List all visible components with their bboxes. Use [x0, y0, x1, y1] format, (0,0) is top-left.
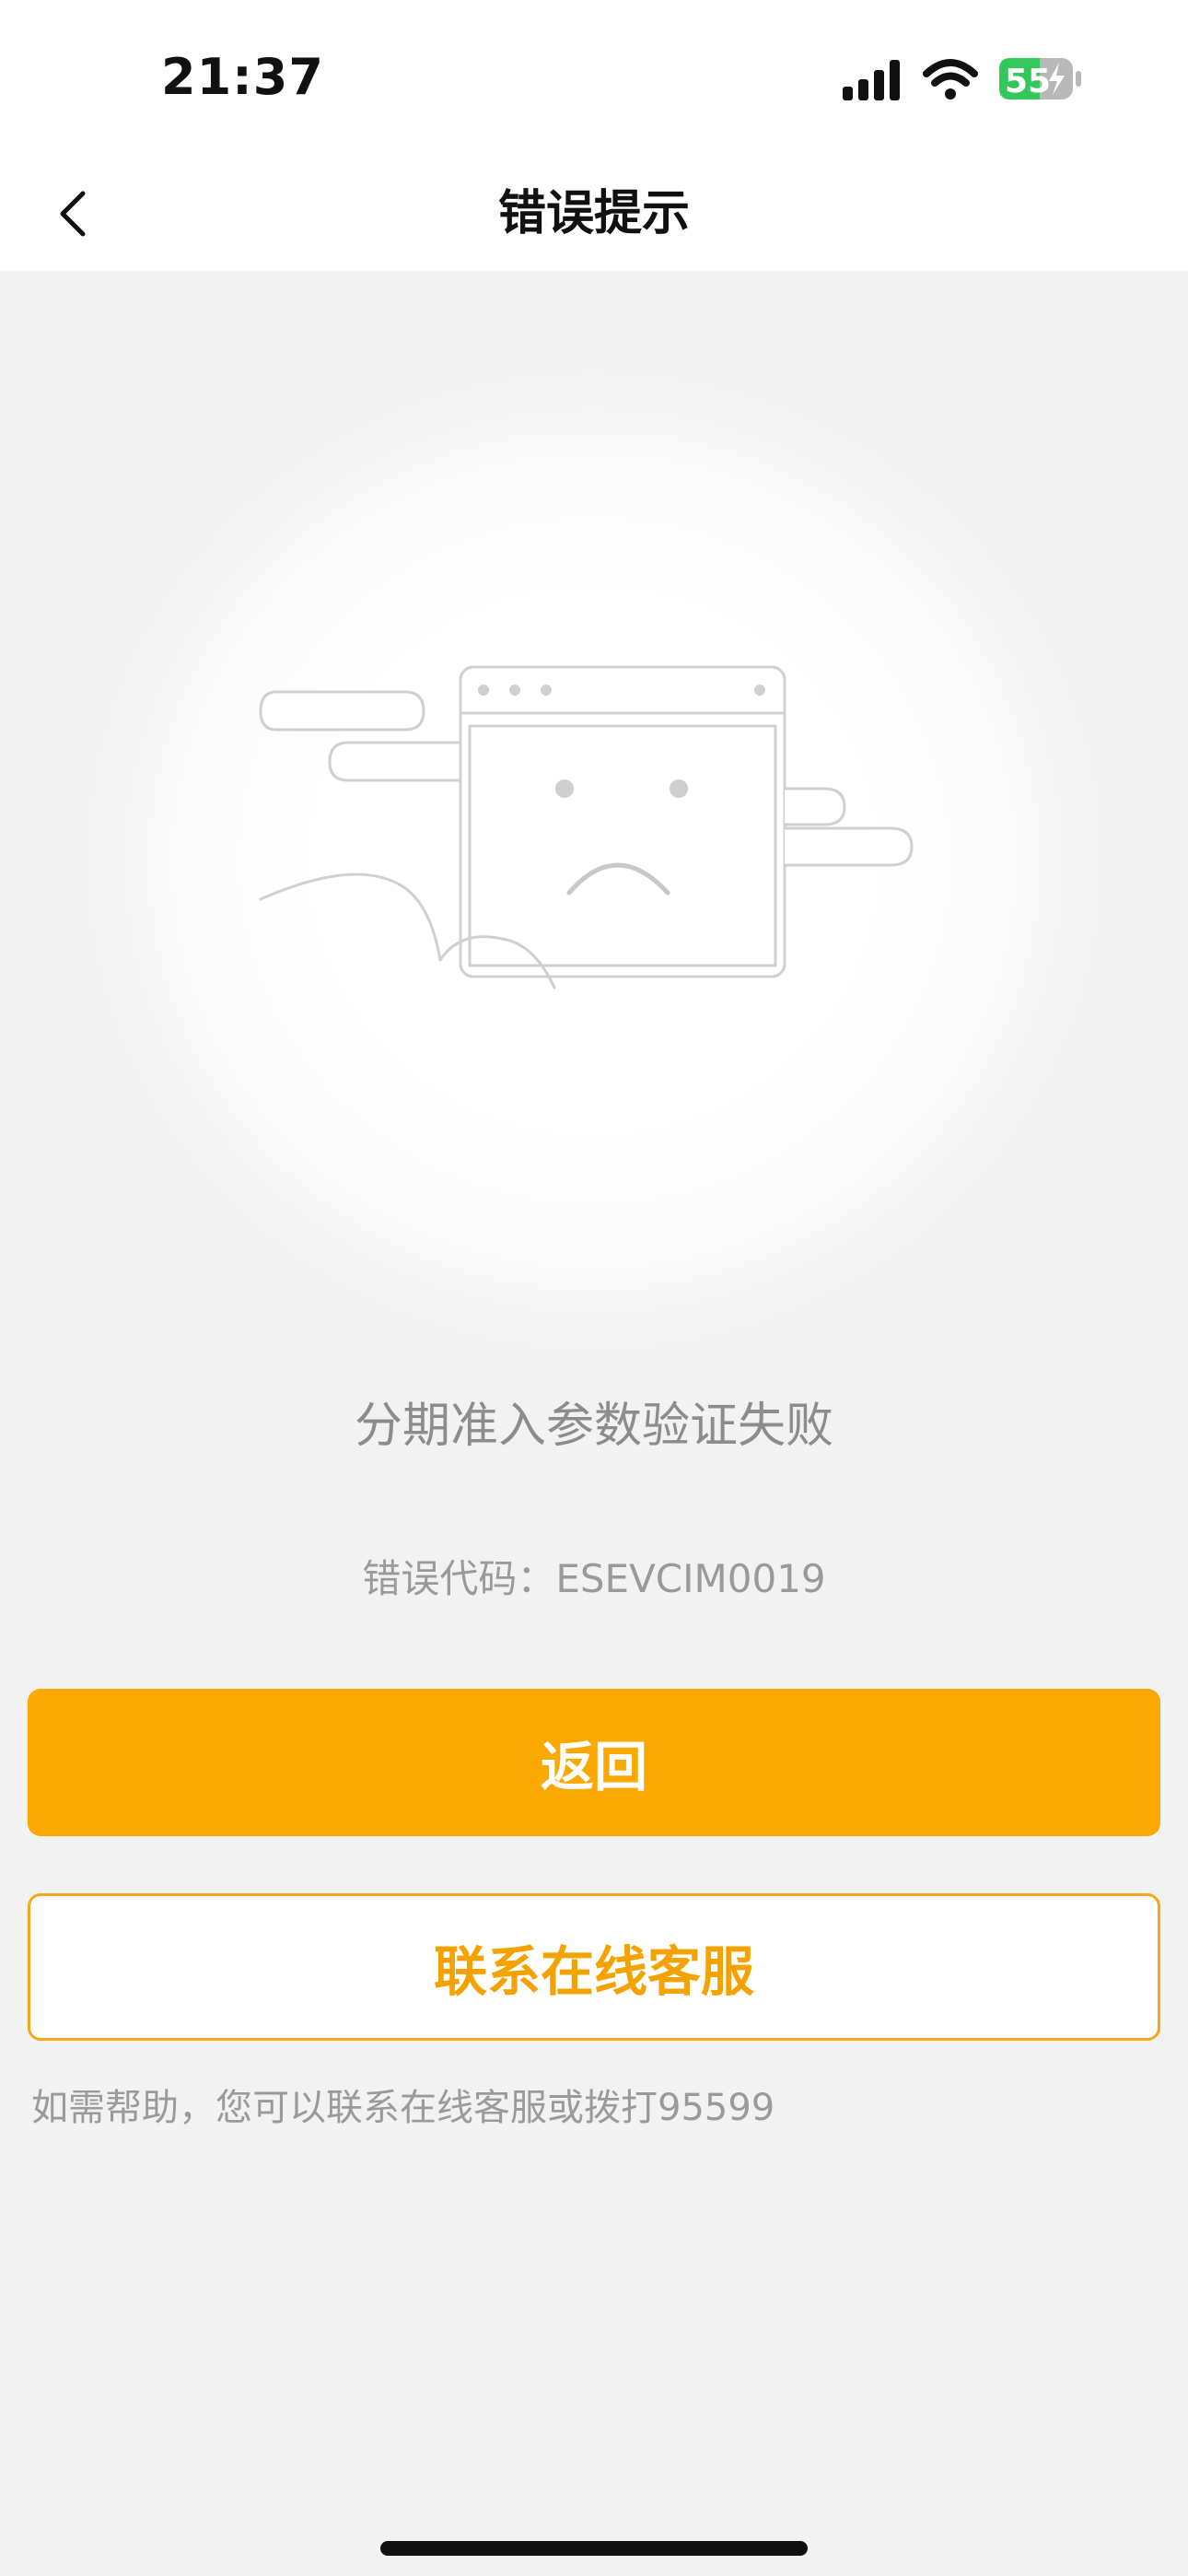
battery-level: 55 — [1005, 63, 1051, 100]
signal-icon — [843, 60, 900, 100]
back-button[interactable] — [37, 177, 111, 251]
return-button[interactable]: 返回 — [28, 1689, 1160, 1836]
battery-charging-icon: 55 — [999, 58, 1081, 100]
error-message: 分期准入参数验证失败 — [354, 1399, 833, 1454]
home-indicator[interactable] — [380, 2541, 808, 2556]
contact-online-service-button[interactable]: 联系在线客服 — [28, 1893, 1160, 2041]
navigation-bar: 错误提示 — [0, 157, 1188, 271]
status-time: 21:37 — [161, 48, 324, 106]
chevron-left-icon — [60, 191, 86, 237]
page-title: 错误提示 — [497, 186, 690, 241]
wifi-icon — [923, 59, 978, 100]
status-bar: 21:37 55 — [0, 0, 1188, 157]
help-text: 如需帮助，您可以联系在线客服或拨打95599 — [31, 2087, 775, 2129]
error-code: 错误代码：ESEVCIM0019 — [362, 1556, 826, 1601]
error-content — [0, 271, 1188, 2132]
status-icons: 55 — [838, 53, 1087, 109]
sad-browser-window-icon — [259, 665, 914, 989]
